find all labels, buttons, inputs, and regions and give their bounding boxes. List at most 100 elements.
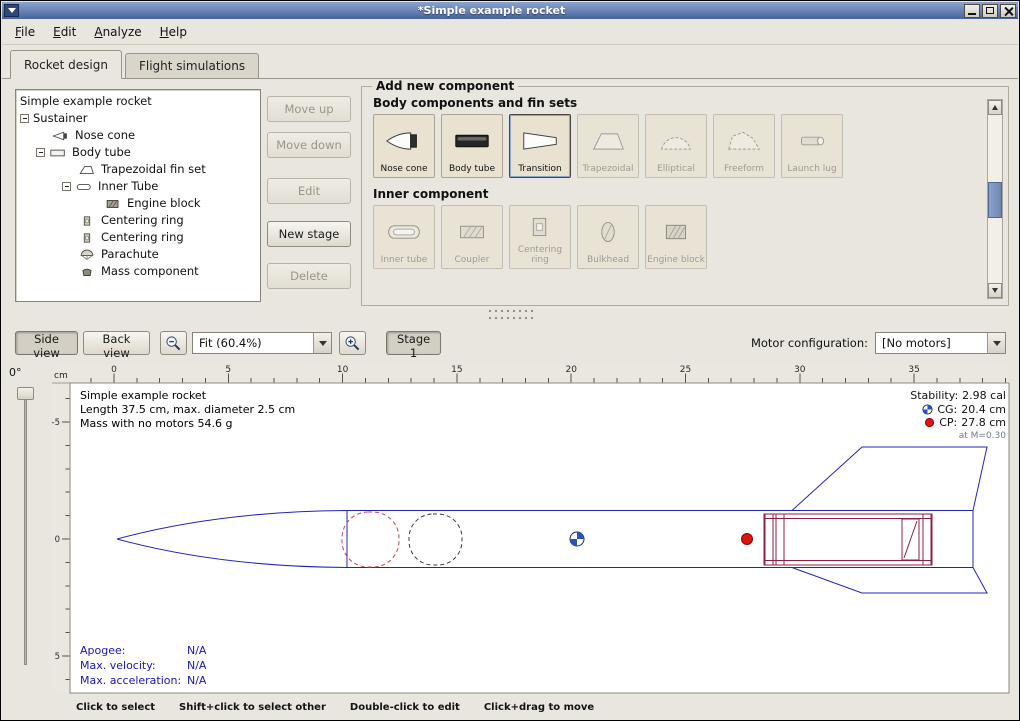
add-coupler-button[interactable]: Coupler [441, 205, 503, 269]
component-button-label: Coupler [455, 255, 490, 265]
add-transition-button[interactable]: Transition [509, 114, 571, 178]
design-canvas: 0° cm 05101520253035 -505 [2, 363, 1020, 695]
component-tree[interactable]: Simple example rocketSustainerNose coneB… [15, 89, 261, 302]
maximize-icon [986, 7, 994, 14]
scrollbar-track[interactable] [988, 115, 1002, 283]
tree-item-parachute[interactable]: Parachute [16, 246, 260, 263]
trapezoidal-fin-icon [587, 118, 629, 164]
tab-flight-simulations[interactable]: Flight simulations [125, 53, 259, 78]
zoom-out-button[interactable] [160, 331, 187, 355]
ruler-label: 0 [55, 535, 60, 545]
zoom-in-button[interactable] [339, 331, 366, 355]
add-bulkhead-button[interactable]: Bulkhead [577, 205, 639, 269]
tree-item-nose-cone[interactable]: Nose cone [16, 127, 260, 144]
tab-rocket-design[interactable]: Rocket design [10, 50, 122, 79]
rocket-mass: Mass with no motors 54.6 g [80, 417, 295, 431]
window-menu-icon[interactable] [4, 4, 19, 17]
collapse-toggle-icon[interactable] [62, 182, 71, 191]
component-button-label: Centering ring [511, 245, 569, 265]
tree-item-mass-component[interactable]: Mass component [16, 263, 260, 280]
splitter-grip-icon [487, 309, 533, 313]
tab-bar: Rocket design Flight simulations [2, 46, 1018, 79]
motor-configuration-combo[interactable]: [No motors] [875, 332, 1006, 354]
bulkhead-icon [587, 209, 629, 255]
cp-marker[interactable] [742, 534, 753, 545]
tree-engine-block-icon [104, 198, 122, 210]
component-button-label: Bulkhead [587, 255, 629, 265]
menubar: FileEditAnalyzeHelp [2, 19, 1018, 45]
ruler-label: 5 [55, 652, 60, 662]
motor-configuration-value: [No motors] [876, 336, 987, 350]
inner-tube-icon [383, 209, 425, 255]
menu-analyze[interactable]: Analyze [85, 21, 150, 43]
minimize-icon [968, 13, 976, 15]
elliptical-fin-icon [655, 118, 697, 164]
magnifier-plus-icon [344, 335, 361, 352]
tree-item-label: Centering ring [101, 212, 184, 229]
tree-item-label: Body tube [72, 144, 131, 161]
add-engine-block-button[interactable]: Engine block [645, 205, 707, 269]
add-body-tube-button[interactable]: Body tube [441, 114, 503, 178]
move-down-button[interactable]: Move down [267, 132, 351, 158]
add-nose-cone-button[interactable]: Nose cone [373, 114, 435, 178]
add-centering-ring-button[interactable]: Centering ring [509, 205, 571, 269]
add-freeform-button[interactable]: Freeform [713, 114, 775, 178]
combo-arrow-button[interactable] [987, 333, 1005, 353]
ruler-label: -5 [52, 418, 60, 428]
stage-1-toggle[interactable]: Stage 1 [386, 331, 441, 355]
tree-item-body-tube[interactable]: Body tube [16, 144, 260, 161]
status-hint: Click+drag to move [484, 702, 594, 713]
tree-parachute-icon [78, 249, 96, 261]
combo-arrow-button[interactable] [313, 333, 331, 353]
split-pane-divider[interactable] [1, 306, 1019, 324]
add-inner-tube-button[interactable]: Inner tube [373, 205, 435, 269]
tree-item-label: Centering ring [101, 229, 184, 246]
tree-centering-ring-icon [78, 232, 96, 244]
transition-icon [519, 118, 561, 164]
freeform-fin-icon [723, 118, 765, 164]
scroll-up-button[interactable] [988, 100, 1002, 115]
back-view-button[interactable]: Back view [83, 331, 150, 355]
openrocket-window: *Simple example rocket FileEditAnalyzeHe… [0, 0, 1020, 721]
rocket-info: Simple example rocket Length 37.5 cm, ma… [80, 389, 295, 431]
zoom-level-combo[interactable]: Fit (60.4%) [192, 332, 332, 354]
tree-item-inner-tube[interactable]: Inner Tube [16, 178, 260, 195]
ruler-label: 15 [451, 365, 462, 375]
tree-item-engine-block[interactable]: Engine block [16, 195, 260, 212]
component-scrollbar[interactable] [987, 99, 1003, 299]
tree-mass-icon [78, 266, 96, 278]
menu-edit[interactable]: Edit [44, 21, 85, 43]
status-hint: Double-click to edit [350, 702, 460, 713]
close-button[interactable] [1000, 4, 1016, 18]
status-hint: Click to select [76, 702, 155, 713]
collapse-toggle-icon[interactable] [36, 148, 45, 157]
tree-item-label: Sustainer [33, 110, 87, 127]
tree-item-centering-ring[interactable]: Centering ring [16, 212, 260, 229]
menu-help[interactable]: Help [151, 21, 196, 43]
component-button-label: Launch lug [787, 164, 836, 174]
new-stage-button[interactable]: New stage [267, 221, 351, 247]
menu-file[interactable]: File [6, 21, 44, 43]
tree-body-tube-icon [49, 147, 67, 159]
edit-button[interactable]: Edit [267, 178, 351, 204]
tree-item-trapezoidal-fin-set[interactable]: Trapezoidal fin set [16, 161, 260, 178]
scroll-down-button[interactable] [988, 283, 1002, 298]
scrollbar-thumb[interactable] [988, 182, 1002, 218]
tree-item-sustainer[interactable]: Sustainer [16, 110, 260, 127]
splitter-grip-icon [487, 316, 533, 320]
cg-marker[interactable] [570, 532, 584, 546]
move-up-button[interactable]: Move up [267, 96, 351, 122]
side-view-button[interactable]: Side view [15, 331, 78, 355]
delete-button[interactable]: Delete [267, 263, 351, 289]
collapse-toggle-icon[interactable] [20, 114, 29, 123]
add-launch-lug-button[interactable]: Launch lug [781, 114, 843, 178]
tree-item-centering-ring[interactable]: Centering ring [16, 229, 260, 246]
component-button-label: Nose cone [380, 164, 427, 174]
maximize-button[interactable] [982, 4, 998, 18]
nose-cone-icon [383, 118, 425, 164]
tree-item-simple-example-rocket[interactable]: Simple example rocket [16, 93, 260, 110]
add-elliptical-button[interactable]: Elliptical [645, 114, 707, 178]
add-trapezoidal-button[interactable]: Trapezoidal [577, 114, 639, 178]
titlebar[interactable]: *Simple example rocket [2, 2, 1018, 19]
minimize-button[interactable] [964, 4, 980, 18]
